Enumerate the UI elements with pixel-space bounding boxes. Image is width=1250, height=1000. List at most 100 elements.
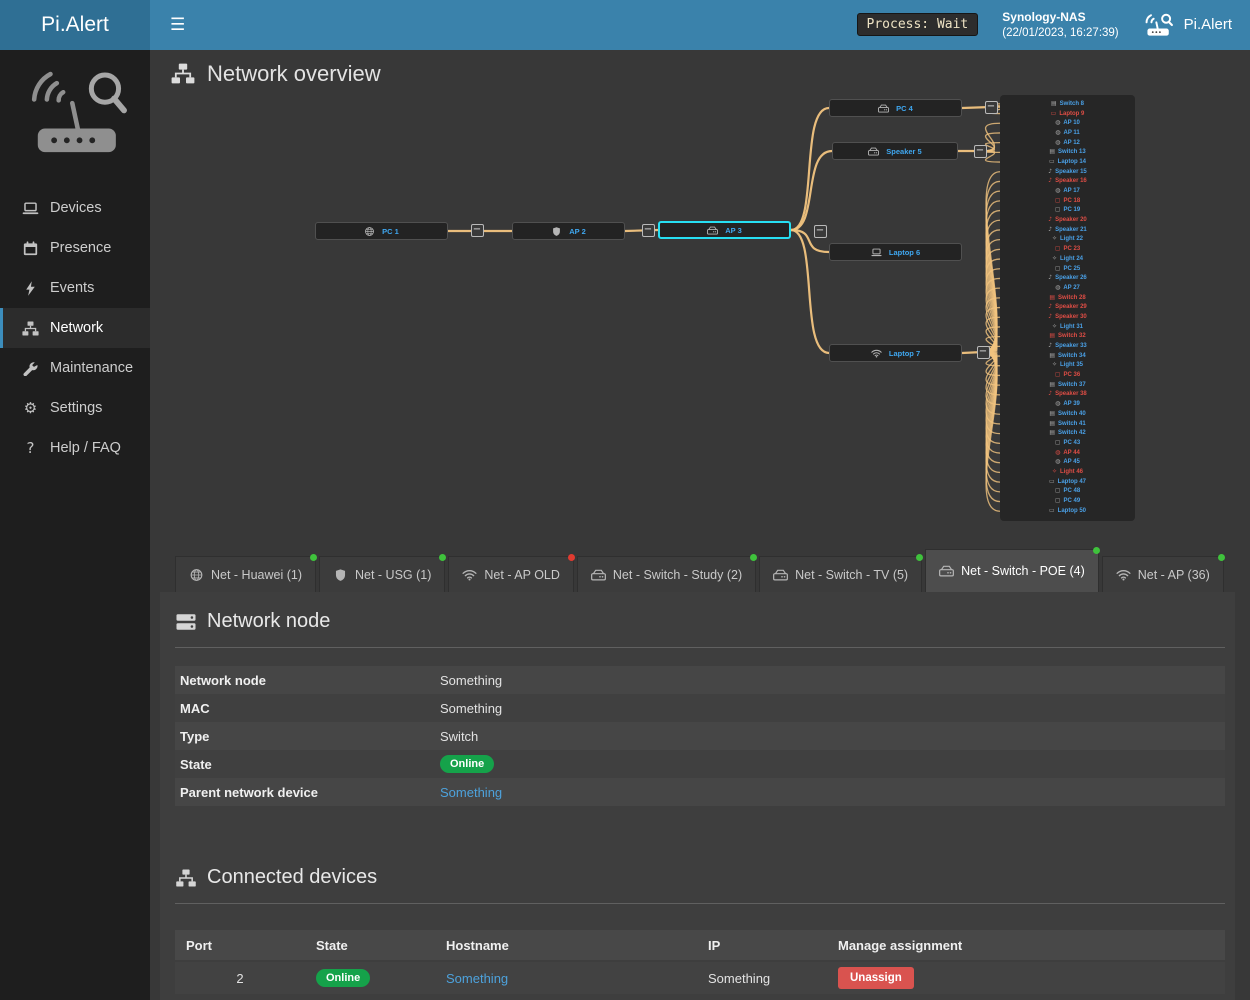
status-dot-green [750,554,757,561]
cluster-device-pc-49[interactable]: ▢PC 49 [1002,496,1133,506]
device-label: AP 10 [1063,120,1080,126]
diagram-node-ap-3[interactable]: AP 3 [658,221,791,239]
device-type-icon: ✧ [1052,236,1057,242]
cluster-device-switch-8[interactable]: ▤Switch 8 [1002,99,1133,109]
device-type-icon: ▤ [1049,333,1055,339]
host-timestamp: (22/01/2023, 16:27:39) [1002,25,1118,41]
cluster-device-ap-45[interactable]: ◍AP 45 [1002,457,1133,467]
cluster-device-switch-42[interactable]: ▤Switch 42 [1002,428,1133,438]
unassign-button[interactable]: Unassign [838,967,914,989]
cluster-device-laptop-47[interactable]: ▭Laptop 47 [1002,477,1133,487]
cluster-device-ap-10[interactable]: ◍AP 10 [1002,118,1133,128]
cluster-device-pc-18[interactable]: ▢PC 18 [1002,196,1133,206]
device-label: Light 31 [1060,324,1083,330]
sidebar-item-help-faq[interactable]: ?Help / FAQ [0,428,150,468]
cluster-device-light-22[interactable]: ✧Light 22 [1002,235,1133,245]
cluster-device-pc-43[interactable]: ▢PC 43 [1002,438,1133,448]
collapse-minus-icon[interactable]: − [642,224,655,237]
diagram-node-laptop-7[interactable]: Laptop 7 [829,344,962,362]
wifi-icon [1116,569,1131,581]
row-label: Type [180,729,440,744]
tab-net-usg-1[interactable]: Net - USG (1) [319,556,445,592]
cluster-device-ap-17[interactable]: ◍AP 17 [1002,186,1133,196]
collapse-minus-icon[interactable]: − [985,101,998,114]
tab-label: Net - AP (36) [1138,568,1210,582]
cluster-device-speaker-26[interactable]: ♪Speaker 26 [1002,273,1133,283]
sidebar-item-devices[interactable]: Devices [0,188,150,228]
cluster-device-switch-28[interactable]: ▤Switch 28 [1002,293,1133,303]
sidebar-item-events[interactable]: Events [0,268,150,308]
cluster-device-switch-13[interactable]: ▤Switch 13 [1002,147,1133,157]
sidebar-item-settings[interactable]: ⚙Settings [0,388,150,428]
cluster-device-laptop-14[interactable]: ▭Laptop 14 [1002,157,1133,167]
cluster-device-pc-25[interactable]: ▢PC 25 [1002,264,1133,274]
wifi-icon [462,569,477,581]
tab-net-ap-36[interactable]: Net - AP (36) [1102,556,1224,592]
header-brand-text: Pi.Alert [1184,16,1232,33]
cluster-device-pc-23[interactable]: ▢PC 23 [1002,244,1133,254]
cluster-device-switch-40[interactable]: ▤Switch 40 [1002,409,1133,419]
cluster-device-laptop-9[interactable]: ▭Laptop 9 [1002,109,1133,119]
device-type-icon: ◍ [1055,120,1060,126]
app-logo[interactable]: Pi.Alert [0,0,150,50]
cluster-device-pc-19[interactable]: ▢PC 19 [1002,206,1133,216]
tab-net-switch-poe-4[interactable]: Net - Switch - POE (4) [925,549,1099,592]
sidebar-item-label: Presence [50,240,111,256]
cluster-device-speaker-29[interactable]: ♪Speaker 29 [1002,302,1133,312]
parent-device-link[interactable]: Something [440,785,502,800]
cluster-device-ap-44[interactable]: ◍AP 44 [1002,448,1133,458]
device-label: AP 11 [1064,130,1080,136]
tab-net-ap-old[interactable]: Net - AP OLD [448,556,574,592]
sidebar-menu: Devices Presence EventsNetworkMaintenance⚙… [0,188,150,468]
hamburger-icon[interactable]: ☰ [160,9,195,41]
hostname-cell: Something [435,971,697,986]
sidebar-item-maintenance[interactable]: Maintenance [0,348,150,388]
tab-net-switch-tv-5[interactable]: Net - Switch - TV (5) [759,556,922,592]
cluster-device-switch-41[interactable]: ▤Switch 41 [1002,419,1133,429]
cluster-device-light-24[interactable]: ✧Light 24 [1002,254,1133,264]
cluster-device-speaker-15[interactable]: ♪Speaker 15 [1002,167,1133,177]
cluster-device-speaker-21[interactable]: ♪Speaker 21 [1002,225,1133,235]
diagram-node-laptop-6[interactable]: Laptop 6 [829,243,962,261]
cluster-device-switch-37[interactable]: ▤Switch 37 [1002,380,1133,390]
cluster-device-speaker-33[interactable]: ♪Speaker 33 [1002,341,1133,351]
status-dot-green [1218,554,1225,561]
diagram-node-ap-2[interactable]: AP 2 [512,222,625,240]
cluster-device-pc-36[interactable]: ▢PC 36 [1002,370,1133,380]
cluster-device-speaker-16[interactable]: ♪Speaker 16 [1002,177,1133,187]
diagram-node-pc-4[interactable]: PC 4 [829,99,962,117]
cluster-device-speaker-30[interactable]: ♪Speaker 30 [1002,312,1133,322]
cluster-device-speaker-38[interactable]: ♪Speaker 38 [1002,390,1133,400]
column-header: Port [175,938,305,953]
sidebar-item-network[interactable]: Network [0,308,150,348]
cluster-device-ap-27[interactable]: ◍AP 27 [1002,283,1133,293]
cluster-device-ap-11[interactable]: ◍AP 11 [1002,128,1133,138]
collapse-minus-icon[interactable]: − [814,225,827,238]
diagram-node-speaker-5[interactable]: Speaker 5 [832,142,958,160]
collapse-minus-icon[interactable]: − [471,224,484,237]
cluster-device-speaker-20[interactable]: ♪Speaker 20 [1002,215,1133,225]
cluster-device-light-46[interactable]: ✧Light 46 [1002,467,1133,477]
cluster-device-pc-48[interactable]: ▢PC 48 [1002,487,1133,497]
node-label: PC 4 [896,104,913,113]
cluster-device-laptop-50[interactable]: ▭Laptop 50 [1002,506,1133,516]
sidebar-item-presence[interactable]: Presence [0,228,150,268]
diagram-node-pc-1[interactable]: PC 1 [315,222,448,240]
cluster-device-ap-39[interactable]: ◍AP 39 [1002,399,1133,409]
cluster-device-switch-34[interactable]: ▤Switch 34 [1002,351,1133,361]
device-label: PC 43 [1063,440,1080,446]
device-type-icon: ▤ [1049,382,1055,388]
hostname-link[interactable]: Something [446,971,508,986]
cluster-device-light-31[interactable]: ✧Light 31 [1002,322,1133,332]
device-type-icon: ♪ [1048,178,1052,184]
cluster-device-ap-12[interactable]: ◍AP 12 [1002,138,1133,148]
tab-net-switch-study-2[interactable]: Net - Switch - Study (2) [577,556,756,592]
collapse-minus-icon[interactable]: − [977,346,990,359]
collapse-minus-icon[interactable]: − [974,145,987,158]
tab-net-huawei-1[interactable]: Net - Huawei (1) [175,556,316,592]
header-brand[interactable]: Pi.Alert [1143,12,1232,38]
cluster-device-switch-32[interactable]: ▤Switch 32 [1002,332,1133,342]
node-label: Speaker 5 [886,147,921,156]
cluster-device-light-35[interactable]: ✧Light 35 [1002,361,1133,371]
navbar: ☰ Process: Wait Synology-NAS (22/01/2023… [150,0,1250,50]
